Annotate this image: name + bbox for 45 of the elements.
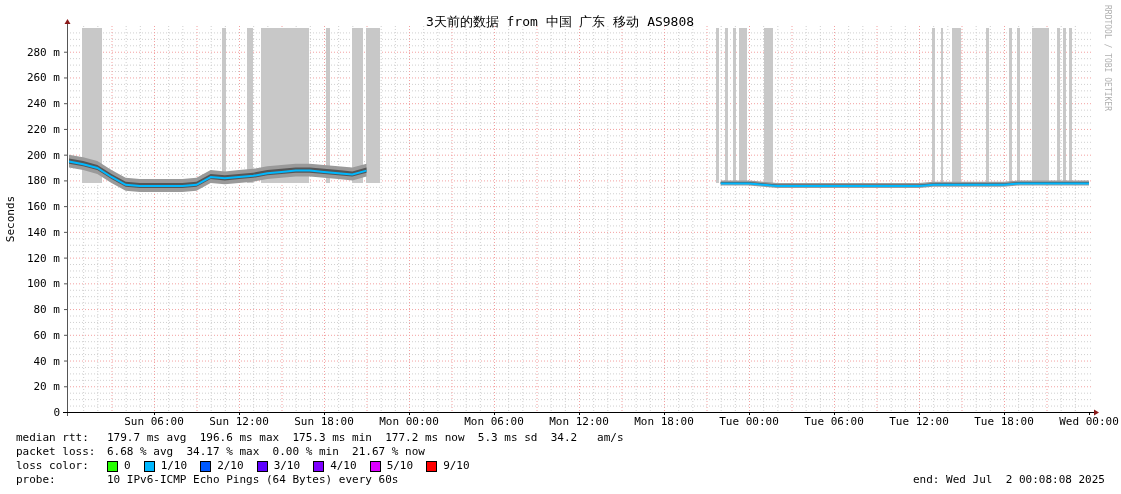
axis-tick-label: 40 m [33, 354, 60, 368]
axis-tick-label: 180 m [26, 174, 60, 188]
legend-label: probe: [16, 473, 57, 487]
axis-tick-label: Wed 00:00 [1059, 415, 1119, 428]
legend-value: 9/10 [443, 459, 470, 473]
legend-value: 2/10 [217, 459, 244, 473]
axis-tick-label: Mon 12:00 [549, 415, 609, 428]
legend-value: 5/10 [386, 459, 414, 473]
chart-title: 3天前的数据 from 中国 广东 移动 AS9808 [425, 14, 695, 29]
axis-tick-label: 20 m [33, 380, 60, 394]
legend-value: 10 IPv6-ICMP Echo Pings (64 Bytes) every 60s [107, 473, 399, 487]
legend-label: packet loss: [16, 445, 97, 459]
axis-tick-label: Mon 18:00 [634, 415, 694, 428]
legend-value: 4/10 [330, 459, 357, 473]
axis-tick-label: Tue 06:00 [804, 415, 864, 428]
legend-value: 0 [124, 459, 131, 473]
axis-title: Seconds [4, 195, 17, 243]
axis-tick-label: 160 m [26, 200, 60, 214]
credit-text: RRDTOOL / TOBI OETIKER [1102, 5, 1112, 111]
axis-tick-label: Tue 12:00 [889, 415, 949, 428]
legend-label: loss color: [16, 459, 90, 473]
axis-tick-label: 120 m [26, 251, 60, 265]
axis-tick-label: 140 m [26, 225, 60, 239]
axis-tick-label: 0 [53, 406, 60, 419]
end-time: end: Wed Jul 2 00:08:08 2025 [912, 473, 1105, 487]
axis-tick-label: 60 m [33, 328, 60, 342]
axis-tick-label: Sun 12:00 [209, 415, 269, 428]
axis-tick-label: Tue 18:00 [974, 415, 1034, 428]
legend-label: median rtt: [16, 431, 90, 445]
axis-tick-label: Mon 06:00 [464, 415, 524, 428]
legend-value: 6.68 % avg 34.17 % max 0.00 % min 21.67 % now [107, 445, 425, 459]
axis-tick-label: Sun 06:00 [124, 415, 184, 428]
axis-tick-label: 200 m [26, 148, 60, 162]
legend-value: 3/10 [273, 459, 301, 473]
axis-tick-label: 240 m [26, 97, 60, 111]
axis-tick-label: 260 m [26, 71, 60, 85]
axis-tick-label: Tue 00:00 [719, 415, 779, 428]
legend-value: 179.7 ms avg 196.6 ms max 175.3 ms min 177.2 ms now 5.3 ms sd 34.2 am/s [107, 431, 624, 445]
axis-tick-label: 80 m [33, 303, 60, 317]
axis-tick-label: Sun 18:00 [294, 415, 354, 428]
axis-tick-label: 220 m [26, 122, 60, 136]
axis-tick-label: 280 m [26, 45, 60, 59]
legend-value: 1/10 [160, 459, 188, 473]
axis-tick-label: 100 m [26, 277, 60, 291]
axis-tick-label: Mon 00:00 [379, 415, 439, 428]
